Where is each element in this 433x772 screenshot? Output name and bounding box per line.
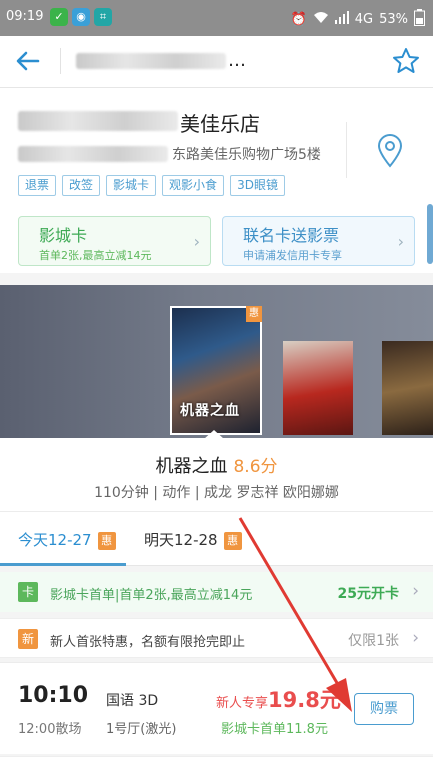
offer-text: 新人首张特惠，名额有限抢完即止 [50, 635, 246, 650]
scrollbar[interactable] [427, 204, 433, 264]
cinema-card-promo[interactable]: 影城卡 首单2张,最高立减14元 › [18, 216, 211, 266]
cinema-card-offer-row[interactable]: 卡 影城卡首单|首单2张,最高立减14元 25元开卡 › [0, 572, 433, 612]
status-indicators: ⏰ 4G 53% [291, 9, 425, 30]
cinema-name: 美佳乐店 [180, 112, 260, 136]
signal-icon [334, 11, 349, 28]
status-time: 09:19 [6, 9, 44, 24]
status-bar: 09:19 ✓ ◉ ⌗ ⏰ 4G 53% [0, 0, 433, 36]
battery-percent: 53% [379, 12, 408, 27]
chevron-right-icon: › [412, 628, 419, 648]
chevron-right-icon: › [397, 232, 404, 251]
shield-icon: ✓ [50, 8, 68, 26]
card-subtitle: 申请浦发信用卡专享 [243, 249, 342, 262]
app-header: … [0, 36, 433, 88]
discount-badge: 惠 [97, 531, 116, 550]
tag-refund: 退票 [18, 175, 57, 196]
movie-poster-strip[interactable]: 惠 机器之血 [0, 285, 433, 438]
discount-badge: 惠 [246, 306, 262, 322]
movie-title: 机器之血 [155, 456, 228, 477]
tab-tomorrow[interactable]: 明天12-28 惠 [144, 529, 242, 550]
tab-active-indicator [0, 563, 126, 566]
tag-cinema-card: 影城卡 [106, 175, 157, 196]
header-divider [60, 48, 61, 74]
discount-badge: 惠 [223, 531, 242, 550]
page-title: … [228, 50, 246, 71]
start-time: 10:10 [18, 683, 89, 708]
movie-title-row: 机器之血 8.6分 [0, 452, 433, 478]
language-format: 国语 3D [106, 693, 159, 709]
co-brand-card-promo[interactable]: 联名卡送影票 申请浦发信用卡专享 › [222, 216, 415, 266]
tab-label: 今天12-27 [18, 531, 92, 549]
buy-ticket-button[interactable]: 购票 [354, 693, 414, 725]
battery-icon [414, 9, 425, 30]
movie-meta: 110分钟 | 动作 | 成龙 罗志祥 欧阳娜娜 [94, 485, 339, 501]
poster-item[interactable] [382, 341, 433, 435]
limit-text: 仅限1张 [348, 633, 399, 649]
redacted-cinema-name [18, 111, 178, 131]
poster-item[interactable] [283, 341, 353, 435]
card-title: 影城卡 [39, 226, 88, 245]
camera-icon: ◉ [72, 8, 90, 26]
new-user-price: 新人专享19.8元 [216, 684, 341, 714]
location-pin-icon[interactable] [376, 134, 404, 168]
redacted-address [18, 146, 168, 162]
wifi-icon [313, 11, 329, 28]
tab-label: 明天12-28 [144, 531, 218, 549]
location-divider [346, 122, 347, 178]
open-card-price: 25元开卡 [337, 586, 399, 602]
card-badge: 卡 [18, 582, 38, 602]
price-value: 19.8元 [268, 688, 341, 712]
chevron-right-icon: › [412, 581, 419, 601]
tag-reschedule: 改签 [62, 175, 101, 196]
tag-snacks: 观影小食 [162, 175, 225, 196]
next-row-peek [0, 756, 433, 772]
price-prefix: 新人专享 [216, 696, 269, 711]
date-tabs: 今天12-27 惠 明天12-28 惠 [0, 512, 433, 566]
card-title: 联名卡送影票 [243, 226, 340, 245]
movie-score: 8.6分 [233, 457, 278, 477]
redacted-title [76, 53, 226, 69]
cinema-info: 美佳乐店 东路美佳乐购物广场5楼 退票 改签 影城卡 观影小食 3D眼镜 影城卡… [0, 88, 433, 273]
network-type: 4G [354, 12, 374, 27]
back-arrow-icon[interactable] [14, 49, 42, 73]
end-time: 12:00散场 [18, 722, 82, 737]
offer-text: 影城卡首单|首单2张,最高立减14元 [50, 588, 253, 603]
new-badge: 新 [18, 629, 38, 649]
chevron-right-icon: › [193, 232, 200, 251]
hall-name: 1号厅(激光) [106, 722, 177, 737]
card-price: 影城卡首单11.8元 [221, 722, 328, 737]
poster-title: 机器之血 [180, 403, 240, 419]
scan-icon: ⌗ [94, 8, 112, 26]
tag-3d-glasses: 3D眼镜 [230, 175, 285, 196]
card-subtitle: 首单2张,最高立减14元 [39, 249, 152, 262]
favorite-star-icon[interactable] [391, 46, 421, 76]
poster-selected[interactable]: 惠 机器之血 [170, 306, 262, 435]
tab-today[interactable]: 今天12-27 惠 [18, 529, 116, 550]
movie-info: 机器之血 8.6分 110分钟 | 动作 | 成龙 罗志祥 欧阳娜娜 [0, 438, 433, 512]
showtime-row[interactable]: 10:10 12:00散场 国语 3D 1号厅(激光) 新人专享19.8元 影城… [0, 662, 433, 754]
cinema-address: 东路美佳乐购物广场5楼 [172, 147, 321, 163]
service-tags: 退票 改签 影城卡 观影小食 3D眼镜 [18, 175, 285, 196]
new-user-offer-row[interactable]: 新 新人首张特惠，名额有限抢完即止 仅限1张 › [0, 618, 433, 658]
alarm-icon: ⏰ [290, 12, 307, 27]
